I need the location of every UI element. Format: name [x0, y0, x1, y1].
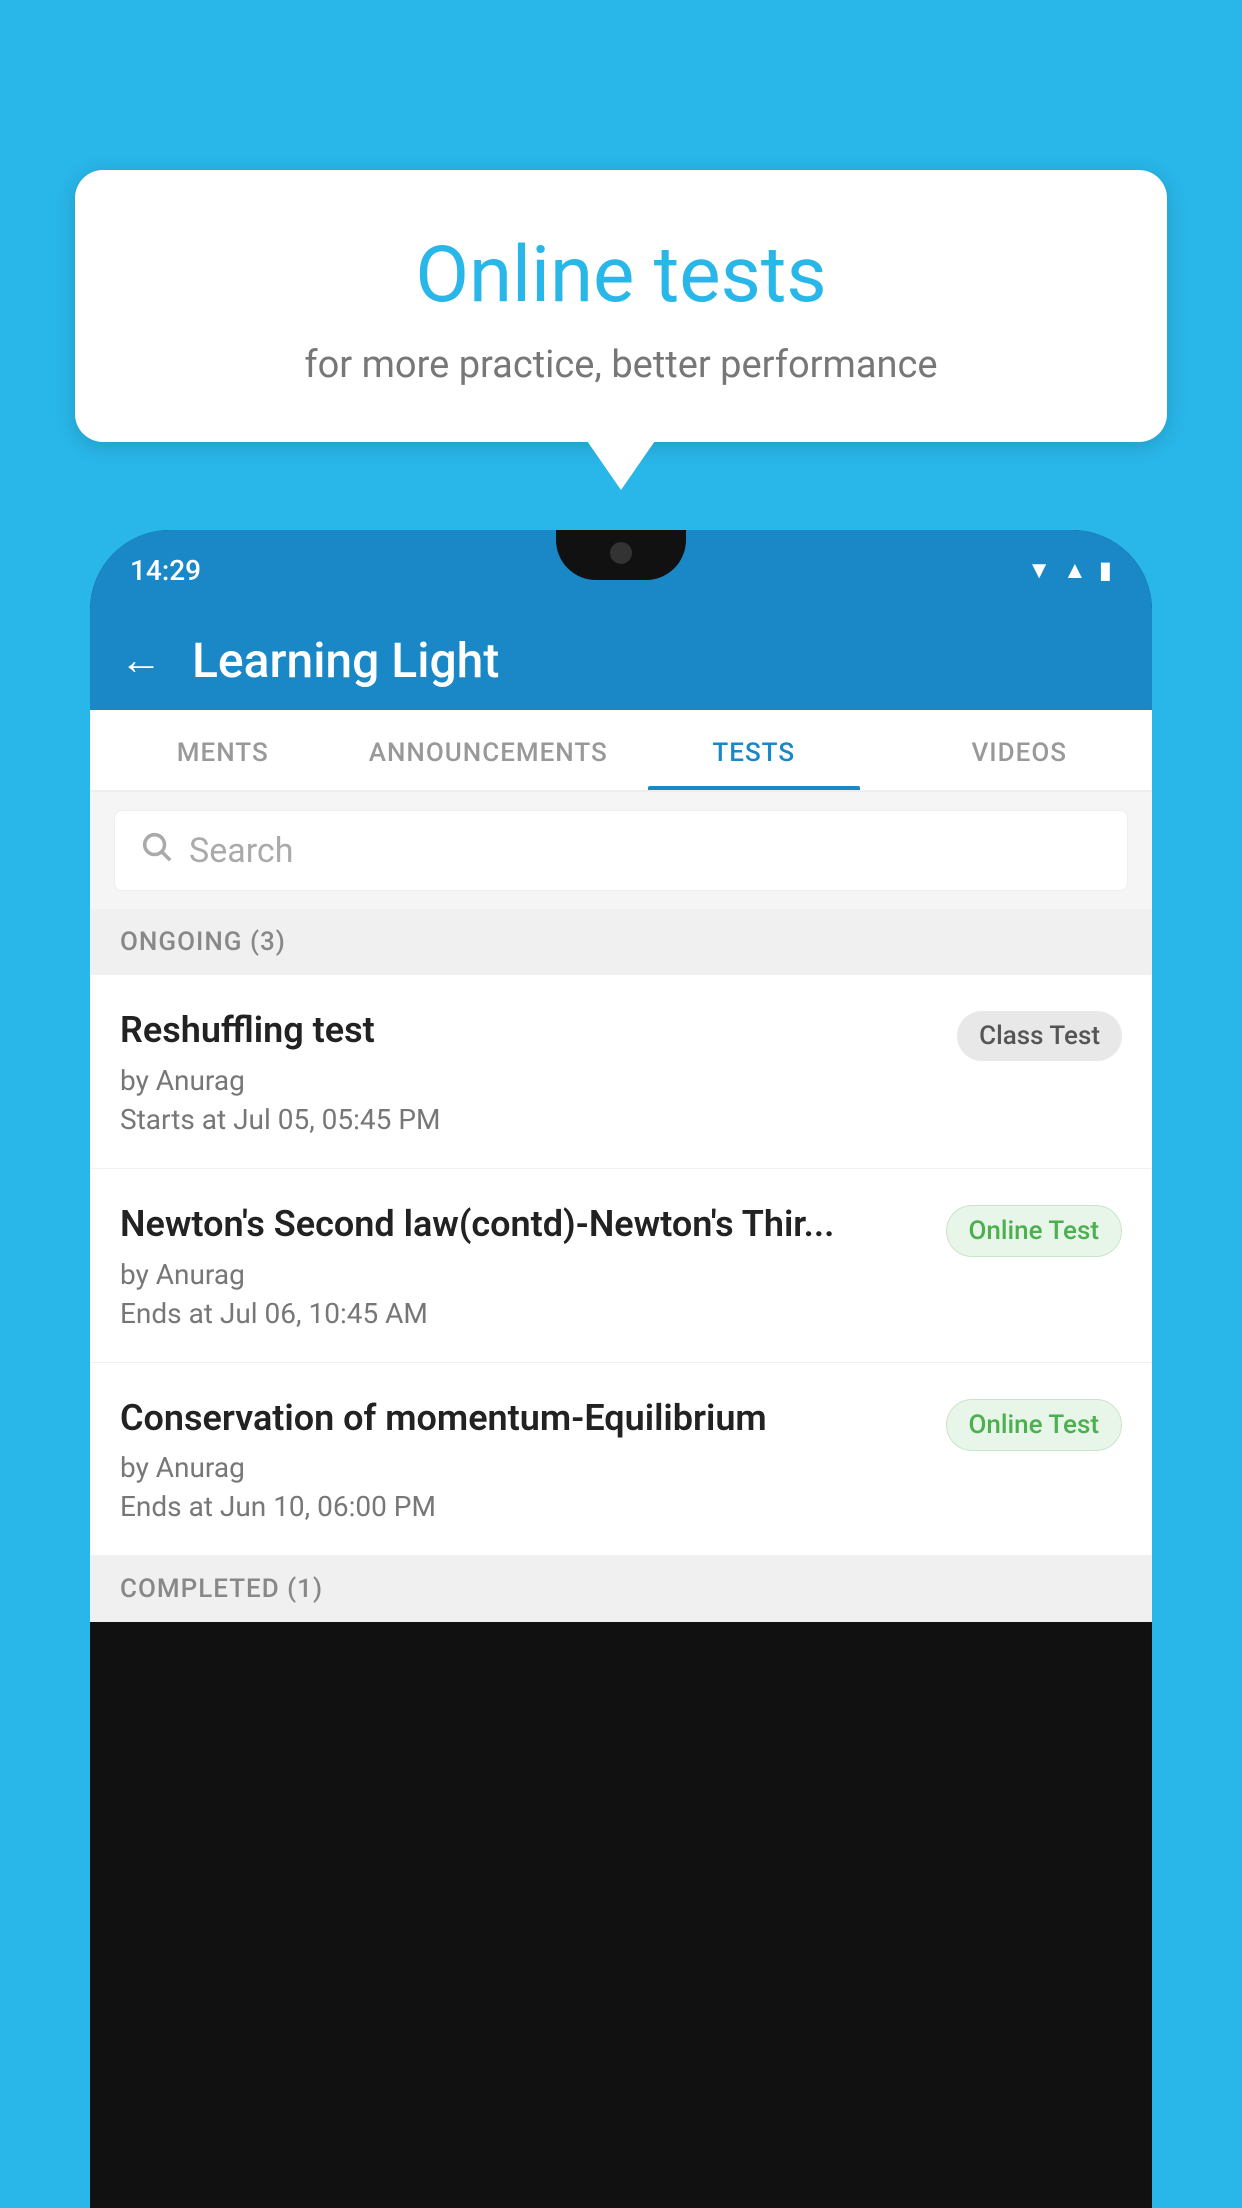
tab-announcements[interactable]: ANNOUNCEMENTS	[356, 710, 622, 790]
test-by-1: by Anurag	[120, 1064, 937, 1097]
section-completed: COMPLETED (1)	[90, 1556, 1152, 1622]
search-placeholder: Search	[189, 831, 293, 871]
test-name-2: Newton's Second law(contd)-Newton's Thir…	[120, 1201, 926, 1248]
test-badge-3: Online Test	[946, 1399, 1123, 1451]
bubble-title: Online tests	[125, 230, 1117, 321]
app-header: ← Learning Light	[90, 610, 1152, 710]
section-ongoing: ONGOING (3)	[90, 909, 1152, 975]
battery-icon: ▮	[1099, 556, 1112, 584]
phone-frame: 14:29 ▼ ▲ ▮ ← Learning Light MENTS ANNOU…	[90, 530, 1152, 2208]
test-info-3: Conservation of momentum-Equilibrium by …	[120, 1395, 926, 1524]
status-bar: 14:29 ▼ ▲ ▮	[90, 530, 1152, 610]
test-name-3: Conservation of momentum-Equilibrium	[120, 1395, 926, 1442]
back-button[interactable]: ←	[120, 636, 162, 685]
test-badge-1: Class Test	[957, 1011, 1122, 1061]
signal-icon: ▲	[1063, 556, 1087, 585]
wifi-icon: ▼	[1027, 556, 1051, 585]
test-list: Reshuffling test by Anurag Starts at Jul…	[90, 975, 1152, 1556]
test-item-newtons[interactable]: Newton's Second law(contd)-Newton's Thir…	[90, 1169, 1152, 1363]
search-container: Search	[90, 792, 1152, 909]
search-box[interactable]: Search	[114, 810, 1128, 891]
tab-ments[interactable]: MENTS	[90, 710, 356, 790]
status-time: 14:29	[130, 554, 201, 587]
phone-content: ONGOING (3) Reshuffling test by Anurag S…	[90, 909, 1152, 1622]
test-item-reshuffling[interactable]: Reshuffling test by Anurag Starts at Jul…	[90, 975, 1152, 1169]
test-info-2: Newton's Second law(contd)-Newton's Thir…	[120, 1201, 926, 1330]
test-name-1: Reshuffling test	[120, 1007, 937, 1054]
bubble-subtitle: for more practice, better performance	[125, 343, 1117, 387]
test-by-3: by Anurag	[120, 1451, 926, 1484]
test-by-2: by Anurag	[120, 1258, 926, 1291]
tab-tests[interactable]: TESTS	[621, 710, 887, 790]
test-badge-2: Online Test	[946, 1205, 1123, 1257]
search-icon	[139, 829, 173, 872]
tab-videos[interactable]: VIDEOS	[887, 710, 1153, 790]
test-time-3: Ends at Jun 10, 06:00 PM	[120, 1490, 926, 1523]
status-icons: ▼ ▲ ▮	[1027, 556, 1112, 585]
phone-notch	[556, 530, 686, 580]
tabs-container: MENTS ANNOUNCEMENTS TESTS VIDEOS	[90, 710, 1152, 792]
phone-camera	[610, 542, 632, 564]
test-time-1: Starts at Jul 05, 05:45 PM	[120, 1103, 937, 1136]
speech-bubble: Online tests for more practice, better p…	[75, 170, 1167, 442]
test-info-1: Reshuffling test by Anurag Starts at Jul…	[120, 1007, 937, 1136]
app-title: Learning Light	[192, 632, 499, 689]
test-item-conservation[interactable]: Conservation of momentum-Equilibrium by …	[90, 1363, 1152, 1557]
test-time-2: Ends at Jul 06, 10:45 AM	[120, 1297, 926, 1330]
